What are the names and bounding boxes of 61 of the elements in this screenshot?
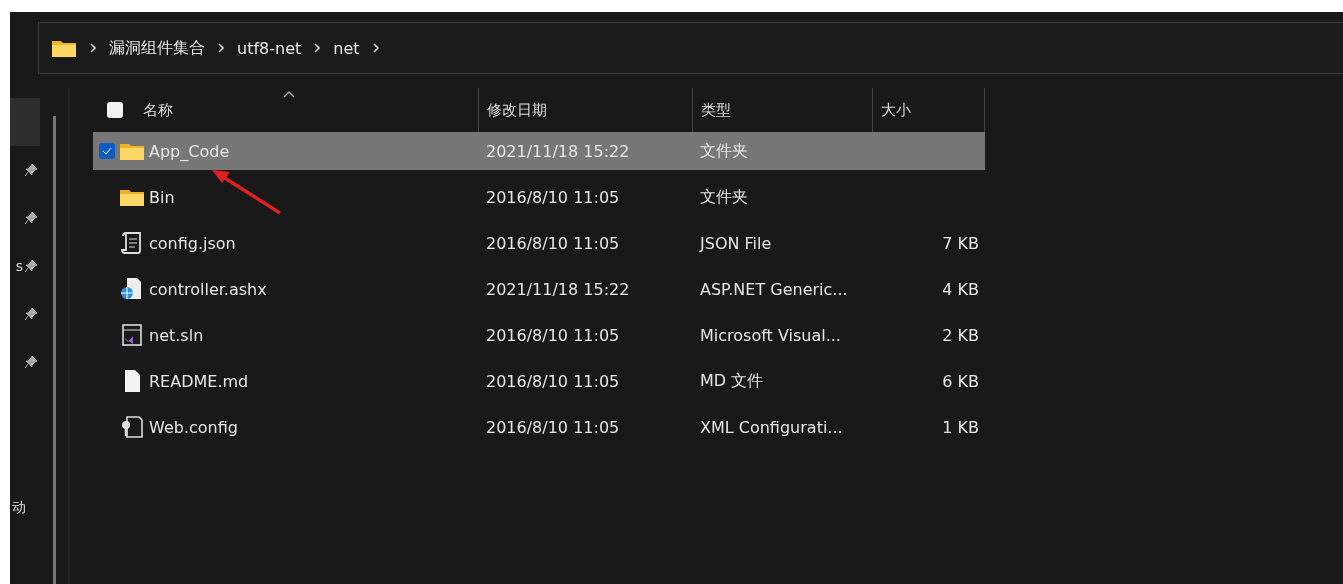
column-header[interactable]: 名称	[93, 88, 478, 132]
file-row[interactable]: README.md 2016/8/10 11:05 MD 文件 6 KB	[93, 362, 985, 400]
pin-icon	[24, 163, 38, 177]
address-bar[interactable]: 漏洞组件集合 utf8-net net	[38, 22, 1343, 74]
chevron-right-icon	[313, 42, 322, 54]
chevron-right-icon	[217, 42, 225, 54]
modified-date: 2016/8/10 11:05	[486, 417, 620, 437]
breadcrumb-item[interactable]: net	[333, 38, 360, 58]
solution-file-icon	[119, 323, 145, 347]
sidebar-label[interactable]: 动	[10, 499, 40, 517]
file-size: 2 KB	[942, 325, 979, 345]
file-row[interactable]: Web.config 2016/8/10 11:05 XML Configurati... 1 KB	[93, 408, 985, 446]
file-row[interactable]: config.json 2016/8/10 11:05 JSON File 7 KB	[93, 224, 985, 262]
folder-icon	[119, 187, 145, 207]
scrollbar[interactable]	[53, 116, 56, 584]
pin-icon	[24, 211, 38, 225]
modified-date: 2016/8/10 11:05	[486, 187, 620, 207]
modified-date: 2021/11/18 15:22	[486, 141, 630, 161]
file-row[interactable]: net.sln 2016/8/10 11:05 Microsoft Visual... 2 KB	[93, 316, 985, 354]
pin-icon	[24, 259, 38, 273]
breadcrumb-item[interactable]: utf8-net	[237, 38, 302, 58]
folder-icon	[119, 141, 145, 161]
modified-date: 2016/8/10 11:05	[486, 233, 620, 253]
check-icon	[102, 147, 112, 155]
file-size: 4 KB	[942, 279, 979, 299]
folder-icon	[51, 38, 77, 58]
breadcrumb-item[interactable]: 漏洞组件集合	[109, 37, 205, 59]
file-name: Bin	[149, 187, 175, 207]
file-size: 7 KB	[942, 233, 979, 253]
pin-icon	[24, 355, 38, 369]
file-type: 文件夹	[700, 186, 748, 208]
sort-up-icon	[283, 90, 295, 98]
file-type: MD 文件	[700, 370, 764, 392]
file-type: ASP.NET Generic...	[700, 279, 848, 299]
file-type: 文件夹	[700, 140, 748, 162]
file-row[interactable]: Bin 2016/8/10 11:05 文件夹	[93, 178, 985, 216]
modified-date: 2021/11/18 15:22	[486, 279, 630, 299]
file-row[interactable]: App_Code 2021/11/18 15:22 文件夹	[93, 132, 985, 170]
chevron-right-icon	[89, 42, 97, 54]
pin-icon	[24, 307, 38, 321]
sidebar-label[interactable]: s	[15, 258, 23, 274]
file-row[interactable]: controller.ashx 2021/11/18 15:22 ASP.NET Generic... 4 KB	[93, 270, 985, 308]
file-type: Microsoft Visual...	[700, 325, 841, 345]
file-size: 1 KB	[942, 417, 979, 437]
file-name: App_Code	[149, 141, 230, 161]
sidebar-item[interactable]: s	[10, 242, 40, 290]
chevron-right-icon	[371, 42, 380, 54]
file-type: JSON File	[700, 233, 772, 253]
file-name: README.md	[149, 371, 249, 391]
file-name: net.sln	[149, 325, 204, 345]
file-name: Web.config	[149, 417, 238, 437]
modified-date: 2016/8/10 11:05	[486, 371, 620, 391]
select-all-checkbox[interactable]	[107, 102, 123, 118]
row-checkbox[interactable]	[99, 143, 115, 159]
annotation-arrow	[212, 170, 281, 215]
file-name: controller.ashx	[149, 279, 267, 299]
file-type: XML Configurati...	[700, 417, 843, 437]
file-size: 6 KB	[942, 371, 979, 391]
file-name: config.json	[149, 233, 236, 253]
config-file-icon	[119, 415, 145, 439]
modified-date: 2016/8/10 11:05	[486, 325, 620, 345]
